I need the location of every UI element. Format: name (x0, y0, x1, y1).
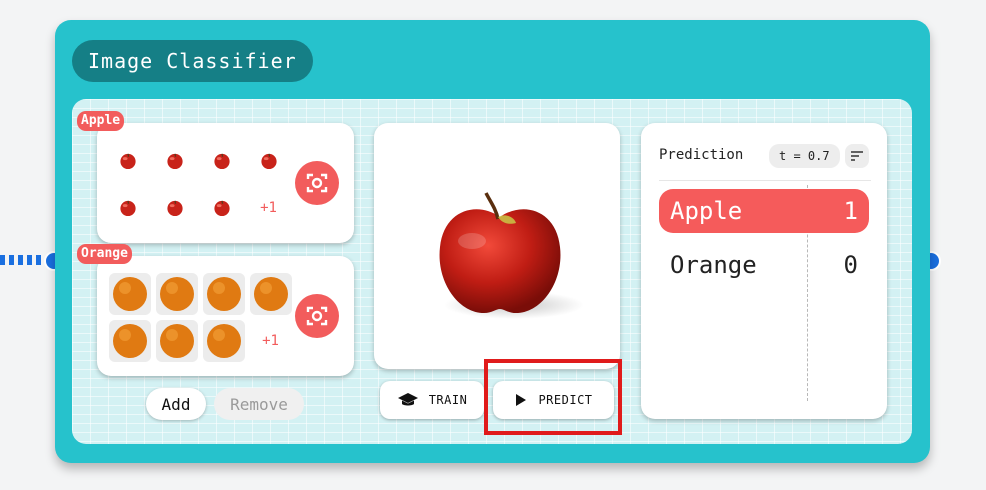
prediction-row-top: Apple 1 (659, 189, 869, 233)
sort-icon (851, 151, 863, 161)
apple-thumbnail[interactable] (118, 198, 138, 217)
remove-class-button[interactable]: Remove (214, 388, 304, 420)
apple-thumbnail[interactable] (165, 198, 185, 217)
train-button[interactable]: TRAIN (380, 381, 484, 419)
sort-button[interactable] (845, 144, 869, 168)
predict-highlight-box (484, 359, 622, 435)
prediction-panel: Prediction t = 0.7 Apple 1 Orange 0 (641, 123, 887, 419)
prediction-label: Orange (670, 251, 757, 279)
orange-thumbnail[interactable] (202, 319, 245, 362)
train-label: TRAIN (428, 393, 468, 407)
prediction-label: Apple (670, 197, 743, 225)
orange-thumbnail[interactable] (202, 272, 245, 315)
class-label-apple[interactable]: Apple (77, 111, 125, 131)
threshold-badge[interactable]: t = 0.7 (769, 144, 840, 168)
more-samples-count[interactable]: +1 (262, 333, 279, 349)
camera-capture-icon (306, 173, 328, 193)
class-panel-orange: +1 (97, 256, 354, 376)
apple-thumbnail[interactable] (118, 151, 138, 170)
apple-thumbnail[interactable] (259, 151, 279, 170)
orange-thumbnail[interactable] (108, 319, 151, 362)
class-panel-apple: +1 (97, 123, 354, 243)
apple-image (439, 192, 584, 319)
node-title: Image Classifier (72, 40, 313, 82)
orange-thumbnail[interactable] (249, 272, 292, 315)
input-connection-line (0, 255, 42, 265)
apple-thumbnail[interactable] (212, 198, 232, 217)
image-preview (374, 123, 620, 369)
capture-button-orange[interactable] (295, 294, 339, 338)
apple-samples-grid: +1 (104, 137, 292, 231)
orange-thumbnail[interactable] (155, 272, 198, 315)
capture-button-apple[interactable] (295, 161, 339, 205)
apple-thumbnail[interactable] (212, 151, 232, 170)
orange-samples-grid: +1 (106, 270, 294, 364)
prediction-value: 1 (843, 197, 858, 225)
orange-thumbnail[interactable] (108, 272, 151, 315)
prediction-row: Orange 0 (659, 243, 869, 287)
more-samples-count[interactable]: +1 (260, 200, 277, 216)
orange-thumbnail[interactable] (155, 319, 198, 362)
class-label-orange[interactable]: Orange (77, 244, 132, 264)
apple-thumbnail[interactable] (165, 151, 185, 170)
graduation-cap-icon (397, 393, 418, 406)
camera-capture-icon (306, 306, 328, 326)
prediction-title: Prediction (659, 147, 744, 163)
prediction-value: 0 (843, 251, 858, 279)
prediction-divider (659, 180, 871, 181)
add-class-button[interactable]: Add (146, 388, 206, 420)
